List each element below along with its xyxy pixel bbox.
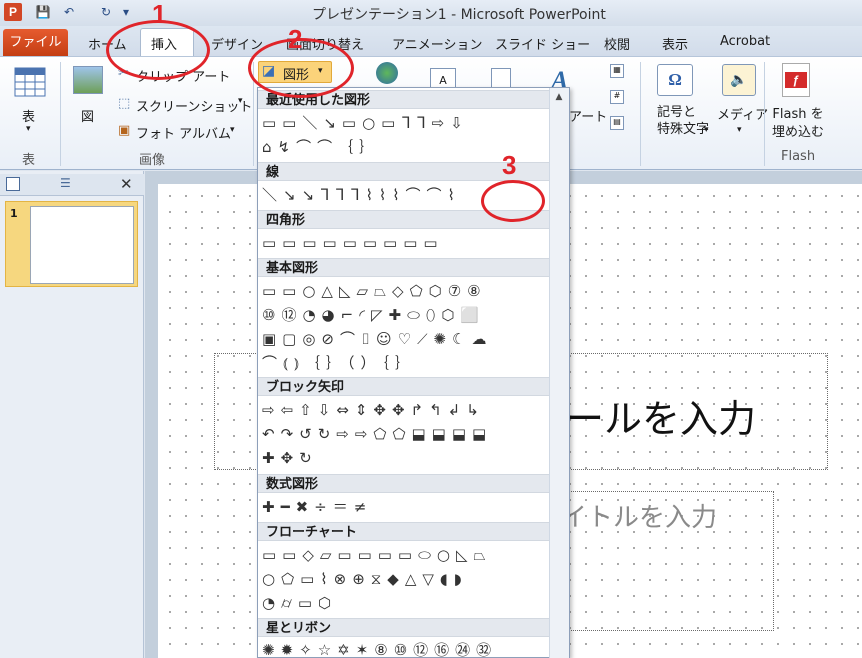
picture-icon <box>73 66 103 94</box>
photo-album-icon: ▣ <box>118 123 131 138</box>
slide-thumbnail-number: 1 <box>10 207 18 220</box>
media-dropdown-icon[interactable]: ▾ <box>737 125 742 135</box>
annotation-number-3: 3 <box>502 150 517 180</box>
section-equation-shapes: 数式図形 <box>258 474 549 493</box>
images-group-label: 画像 <box>139 153 166 168</box>
photo-album-button[interactable]: フォト アルバム <box>136 123 231 142</box>
symbol-dropdown-icon[interactable]: ▾ <box>704 125 709 135</box>
flowchart-row[interactable]: ○⬠▭⌇⊗⊕⧖◆△▽◖◗ <box>262 569 468 589</box>
flowchart-row[interactable]: ▭▭◇▱▭▭▭▭⬭○◺⏢ <box>262 545 492 565</box>
lines-row[interactable]: ＼↘↘ᒣᒣᒣ⌇⌇⌇⌒⌒⌇ <box>262 185 461 205</box>
tab-animations[interactable]: アニメーション <box>392 34 482 53</box>
wordart-label-partial[interactable]: アート <box>569 106 607 125</box>
table-dropdown-icon[interactable]: ▾ <box>26 124 31 134</box>
basic-shapes-row[interactable]: ▭▭○△◺▱⏢◇⬠⬡⑦⑧ <box>262 281 487 301</box>
tab-review[interactable]: 校閲 <box>604 34 630 53</box>
group-separator <box>764 62 765 166</box>
slide-number-icon[interactable]: # <box>610 90 624 104</box>
tab-slideshow[interactable]: スライド ショー <box>495 34 590 53</box>
annotation-number-1: 1 <box>152 0 167 29</box>
flowchart-row[interactable]: ◔⌭▭⬡ <box>262 593 337 613</box>
slide-thumbnail[interactable] <box>30 206 134 284</box>
flash-embed-button[interactable]: Flash を 埋め込む <box>772 106 824 142</box>
table-group-label: 表 <box>22 153 36 168</box>
section-flowchart: フローチャート <box>258 522 549 541</box>
section-stars-ribbons: 星とリボン <box>258 618 549 637</box>
block-arrows-row[interactable]: ⇨⇦⇧⇩⇔⇕✥✥↱↰↲↳ <box>262 400 485 420</box>
basic-shapes-row[interactable]: ⌒⦅⦆｛｝（）｛｝ <box>262 353 416 373</box>
save-icon[interactable]: 💾 <box>35 4 51 20</box>
object-icon[interactable]: ▤ <box>610 116 624 130</box>
block-arrows-row[interactable]: ↶↷↺↻⇨⇨⬠⬠⬓⬓⬓⬓ <box>262 424 492 444</box>
subtitle-placeholder-text: イトルを入力 <box>561 503 718 533</box>
window-title: プレゼンテーション1 - Microsoft PowerPoint <box>312 7 606 23</box>
date-time-icon[interactable]: ▦ <box>610 64 624 78</box>
block-arrows-row[interactable]: ✚✥↻ <box>262 448 318 468</box>
basic-shapes-row[interactable]: ⑩⑫◔◕⌐◜◸✚⬭⬯⬡⬜ <box>262 305 485 325</box>
repeat-icon[interactable]: ↻ <box>98 4 114 20</box>
photo-album-dropdown-icon[interactable]: ▾ <box>230 125 235 135</box>
close-panel-icon[interactable]: ✕ <box>120 175 133 193</box>
stars-ribbons-row[interactable]: ✺✹✧☆✡✶⑧⑩⑫⑯㉔㉜ <box>262 640 497 658</box>
screenshot-button[interactable]: スクリーンショット <box>136 96 252 115</box>
undo-icon[interactable]: ↶ <box>61 4 77 20</box>
rectangles-row[interactable]: ▭▭▭▭▭▭▭▭▭ <box>262 233 444 253</box>
gallery-scrollbar[interactable] <box>549 88 569 658</box>
speaker-icon: 🔈 <box>722 64 756 96</box>
group-separator <box>60 62 61 166</box>
smartart-icon[interactable] <box>376 62 398 84</box>
scroll-up-arrow-icon[interactable]: ▲ <box>550 88 568 106</box>
section-basic-shapes: 基本図形 <box>258 258 549 277</box>
omega-symbol-icon: Ω <box>657 64 693 96</box>
picture-button-label[interactable]: 図 <box>81 106 94 125</box>
recent-shapes-row[interactable]: ⌂↯⌒⌒｛｝ <box>262 137 380 157</box>
customize-qat-icon[interactable]: ▾ <box>118 4 134 20</box>
screenshot-dropdown-icon[interactable]: ▾ <box>238 96 243 106</box>
recent-shapes-row[interactable]: ▭▭＼↘▭○▭ᒣᒣ⇨⇩ <box>262 113 469 133</box>
slides-tab-icon[interactable] <box>6 177 20 191</box>
section-block-arrows: ブロック矢印 <box>258 377 549 396</box>
outline-tab-icon[interactable]: ☰ <box>60 176 71 190</box>
annotation-circle-freeform-tool <box>481 180 545 222</box>
annotation-number-2: 2 <box>288 24 303 54</box>
group-separator <box>640 62 641 166</box>
basic-shapes-row[interactable]: ▣▢◎⊘⌒⌷☺♡⟋✺☾☁ <box>262 329 492 349</box>
tab-design[interactable]: デザイン <box>211 34 263 53</box>
table-button-label[interactable]: 表 <box>22 106 35 125</box>
flash-embed-icon: ƒ <box>782 63 810 97</box>
tab-acrobat[interactable]: Acrobat <box>720 34 770 49</box>
symbol-button[interactable]: 記号と 特殊文字 <box>657 104 709 138</box>
tab-file[interactable]: ファイル <box>3 29 68 56</box>
powerpoint-app-icon[interactable]: P <box>4 3 22 21</box>
title-placeholder-text: ールを入力 <box>566 397 757 441</box>
flash-group-label: Flash <box>781 149 816 164</box>
equation-shapes-row[interactable]: ✚━✖÷＝≠ <box>262 497 372 517</box>
media-button[interactable]: メディア <box>717 104 768 123</box>
screenshot-icon: ⬚ <box>118 96 131 111</box>
tab-view[interactable]: 表示 <box>662 34 688 53</box>
table-icon <box>14 67 46 97</box>
